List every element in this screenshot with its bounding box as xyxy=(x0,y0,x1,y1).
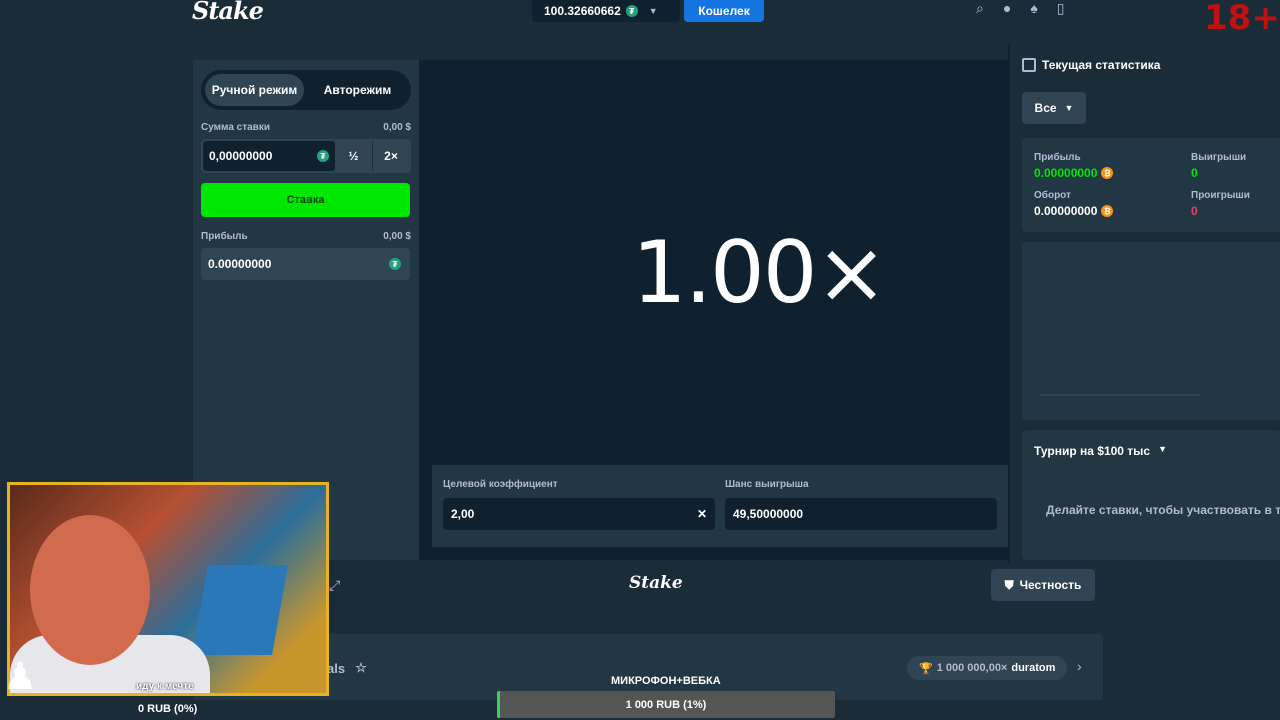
target-multiplier-label: Целевой коэффициент xyxy=(443,479,558,490)
half-button[interactable]: ½ xyxy=(335,141,372,171)
wins-value: 0 xyxy=(1191,166,1198,180)
win-chance-value: 49,50000000 xyxy=(733,507,804,521)
double-button[interactable]: 2× xyxy=(372,141,409,171)
dancer-icon: ♟ xyxy=(3,656,38,698)
balance-selector[interactable]: 100.32660662 ₮ ▼ xyxy=(532,0,680,22)
wallet-button[interactable]: Кошелек xyxy=(684,0,764,22)
footer-stake-logo: Stake xyxy=(629,573,683,593)
mode-tabs: Ручной режим Авторежим xyxy=(201,70,411,110)
cam-caption: иду к мечте xyxy=(136,681,194,692)
win-chance-group: Шанс выигрыша 49,50000000 xyxy=(725,479,997,533)
chart-icon xyxy=(1022,58,1036,72)
stake-logo[interactable]: Stake xyxy=(192,0,264,25)
clear-icon[interactable]: ✕ xyxy=(697,507,707,521)
fairness-label: Честность xyxy=(1019,578,1082,592)
live-stats-panel: Текущая статистика Все ▼ Прибыль 0.00000… xyxy=(1008,44,1280,566)
profit-on-win-field: 0.00000000 ₮ xyxy=(201,248,410,280)
stats-filter-value: Все xyxy=(1034,101,1057,115)
mic-goal-label: МИКРОФОН+ВЕБКА xyxy=(611,675,721,687)
betslip-icon[interactable]: ▯ xyxy=(1057,0,1065,16)
wagered-label: Оборот xyxy=(1034,190,1071,201)
profit-label-row: Прибыль 0,00 $ xyxy=(201,231,411,242)
fairness-button[interactable]: ⛊ Честность xyxy=(991,569,1095,601)
profit-usd: 0,00 $ xyxy=(383,231,411,242)
profit-label: Прибыль xyxy=(1034,152,1081,163)
wins-label: Выигрыши xyxy=(1191,152,1247,163)
chevron-down-icon: ▼ xyxy=(1064,103,1074,113)
target-multiplier-value: 2,00 xyxy=(451,507,475,521)
bet-amount-value: 0,00000000 xyxy=(209,149,273,163)
user-icon[interactable]: ● xyxy=(1003,0,1011,16)
webcam-overlay xyxy=(7,482,329,696)
win-chance-input[interactable]: 49,50000000 xyxy=(725,498,997,530)
chevron-right-icon[interactable]: › xyxy=(1077,658,1082,674)
profit-label: Прибыль xyxy=(201,231,248,242)
profit-stat-value: 0.00000000 xyxy=(1034,166,1098,180)
chevron-down-icon: ▼ xyxy=(648,6,658,16)
bell-icon[interactable]: ♠ xyxy=(1030,0,1037,16)
chevron-down-icon: ▼ xyxy=(1158,444,1168,454)
graph-baseline xyxy=(1040,394,1200,396)
shield-icon: ⛊ xyxy=(1004,577,1014,592)
search-icon[interactable]: ⌕ xyxy=(976,0,984,16)
tab-auto[interactable]: Авторежим xyxy=(308,74,407,106)
profit-stat: 0.00000000 ₿ xyxy=(1034,166,1114,180)
balance-amount: 100.32660662 xyxy=(544,4,621,18)
losses-value: 0 xyxy=(1191,204,1198,218)
top-bar: Stake 100.32660662 ₮ ▼ Кошелек ⌕ ● ♠ ▯ 1… xyxy=(0,0,1280,38)
bet-amount-label-row: Сумма ставки 0,00 $ xyxy=(201,122,411,133)
originals-label: als xyxy=(327,660,346,676)
trophy-icon: 🏆 xyxy=(919,662,933,675)
btc-coin-icon: ₿ xyxy=(1101,205,1114,217)
tether-coin-icon: ₮ xyxy=(625,5,638,17)
stats-title: Текущая статистика xyxy=(1042,58,1161,72)
donation-goal-bar: 1 000 RUB (1%) xyxy=(497,691,835,718)
bet-amount-usd: 0,00 $ xyxy=(383,122,411,133)
bet-amount-label: Сумма ставки xyxy=(201,122,270,133)
bet-button[interactable]: Ставка xyxy=(201,183,410,217)
wagered-stat-value: 0.00000000 xyxy=(1034,204,1098,218)
bet-amount-input[interactable]: 0,00000000 ₮ xyxy=(203,141,335,171)
profit-value: 0.00000000 xyxy=(208,257,272,271)
webcam-background xyxy=(192,565,288,655)
target-multiplier-group: Целевой коэффициент 2,00 ✕ xyxy=(443,479,715,533)
tab-manual[interactable]: Ручной режим xyxy=(205,74,304,106)
header-icons: ⌕ ● ♠ ▯ xyxy=(976,0,1065,16)
btc-coin-icon: ₿ xyxy=(1101,167,1114,179)
tournament-title: Турнир на $100 тыс xyxy=(1034,444,1151,458)
age-badge: 18+ xyxy=(1204,0,1280,38)
result-multiplier: 1.00× xyxy=(632,223,888,323)
stats-filter-dropdown[interactable]: Все ▼ xyxy=(1022,92,1086,124)
wagered-stat: 0.00000000 ₿ xyxy=(1034,204,1114,218)
trophy-user: duratom xyxy=(1011,662,1056,674)
tournament-header[interactable]: Турнир на $100 тыс ▼ xyxy=(1034,444,1167,458)
profit-graph xyxy=(1022,242,1280,420)
stats-header: Текущая статистика xyxy=(1022,58,1160,72)
high-score-badge[interactable]: 🏆 1 000 000,00× duratom xyxy=(907,656,1068,680)
originals-label-row: als ☆ xyxy=(327,660,367,676)
losses-label: Проигрыши xyxy=(1191,190,1250,201)
trophy-amount: 1 000 000,00× xyxy=(936,662,1008,674)
bet-amount-row: 0,00000000 ₮ ½ 2× xyxy=(201,139,411,173)
goal-bar-text: 1 000 RUB (1%) xyxy=(625,698,707,711)
tournament-box: Турнир на $100 тыс ▼ Делайте ставки, что… xyxy=(1022,430,1280,560)
star-icon[interactable]: ☆ xyxy=(355,660,367,676)
expand-icon[interactable]: ⤢ xyxy=(329,577,340,594)
tether-coin-icon: ₮ xyxy=(389,258,401,270)
tether-coin-icon: ₮ xyxy=(317,150,329,162)
game-inputs: Целевой коэффициент 2,00 ✕ Шанс выигрыша… xyxy=(432,465,1008,547)
game-footer: ⤢ Stake ⛊ Честность xyxy=(193,563,1103,609)
donation-goal-text: 0 RUB (0%) xyxy=(138,703,198,715)
game-area: 1.00× Целевой коэффициент 2,00 ✕ Шанс вы… xyxy=(419,60,1008,560)
target-multiplier-input[interactable]: 2,00 ✕ xyxy=(443,498,715,530)
win-chance-label: Шанс выигрыша xyxy=(725,479,809,490)
stats-summary: Прибыль 0.00000000 ₿ Выигрыши 0 Оборот 0… xyxy=(1022,138,1280,232)
webcam-person-face xyxy=(30,515,150,665)
tournament-note: Делайте ставки, чтобы участвовать в тур xyxy=(1046,503,1280,517)
